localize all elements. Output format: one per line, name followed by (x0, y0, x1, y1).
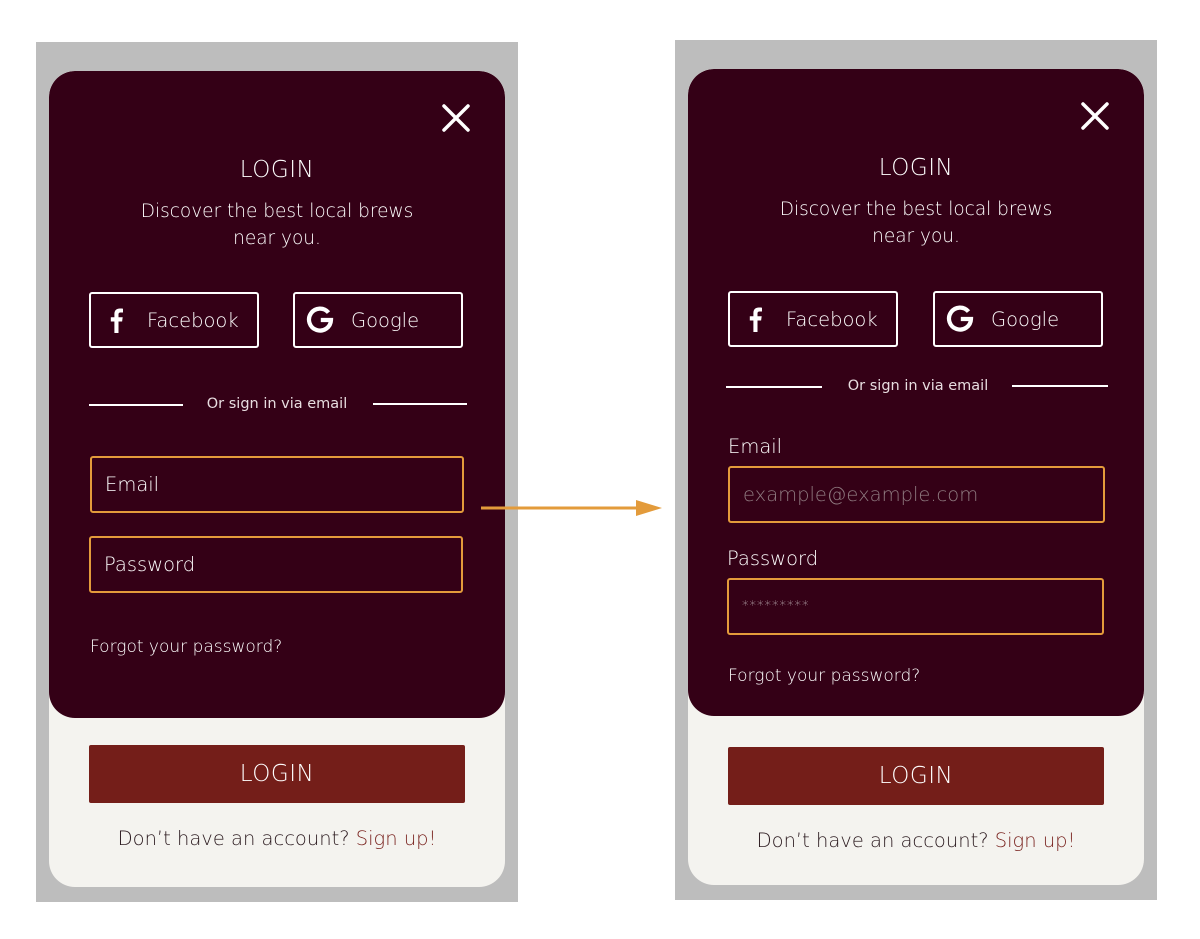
left-login-card: LOGIN Discover the best local brews near… (49, 71, 505, 718)
signup-link[interactable]: Sign up! (356, 827, 437, 850)
divider-line-left (726, 386, 822, 388)
password-input[interactable]: Password (89, 536, 463, 593)
google-label: Google (991, 307, 1060, 331)
left-screen: LOGIN Discover the best local brews near… (49, 71, 505, 887)
login-button[interactable]: LOGIN (89, 745, 465, 803)
signup-prompt: Don’t have an account? Sign up! (688, 829, 1144, 852)
google-icon (305, 305, 335, 335)
google-icon (945, 304, 975, 334)
page-title: LOGIN (239, 157, 315, 183)
right-login-card: LOGIN Discover the best local brews near… (688, 69, 1144, 716)
email-input[interactable]: Email (90, 456, 464, 513)
divider-line-right (373, 403, 467, 405)
divider-text: Or sign in via email (847, 378, 989, 394)
forgot-password-link[interactable]: Forgot your password? (728, 666, 920, 686)
signup-prompt-text: Don’t have an account? (756, 829, 989, 852)
page-title: LOGIN (878, 155, 954, 181)
facebook-icon (101, 305, 131, 335)
password-label: Password (727, 547, 819, 570)
signup-prompt: Don’t have an account? Sign up! (49, 827, 505, 850)
forgot-password-link[interactable]: Forgot your password? (90, 637, 282, 657)
login-button[interactable]: LOGIN (728, 747, 1104, 805)
left-phone-frame: LOGIN Discover the best local brews near… (36, 42, 518, 902)
right-phone-frame: LOGIN Discover the best local brews near… (675, 40, 1157, 900)
email-input[interactable]: example@example.com (728, 466, 1105, 523)
close-icon[interactable] (1080, 101, 1110, 131)
signup-prompt-text: Don’t have an account? (117, 827, 350, 850)
right-screen: LOGIN Discover the best local brews near… (688, 69, 1144, 885)
email-label: Email (728, 435, 783, 458)
arrow-right-icon (478, 496, 668, 524)
page-subtitle: Discover the best local brews near you. (140, 201, 414, 249)
password-input[interactable]: ********* (727, 578, 1104, 635)
google-label: Google (351, 308, 420, 332)
close-icon[interactable] (441, 103, 471, 133)
divider-text: Or sign in via email (206, 396, 348, 412)
divider-line-right (1012, 385, 1108, 387)
divider-line-left (89, 404, 183, 406)
facebook-label: Facebook (786, 307, 878, 331)
google-login-button[interactable]: Google (933, 291, 1103, 347)
page-subtitle: Discover the best local brews near you. (779, 199, 1053, 247)
google-login-button[interactable]: Google (293, 292, 463, 348)
signup-link[interactable]: Sign up! (995, 829, 1076, 852)
facebook-login-button[interactable]: Facebook (89, 292, 259, 348)
facebook-label: Facebook (147, 308, 239, 332)
facebook-icon (740, 304, 770, 334)
facebook-login-button[interactable]: Facebook (728, 291, 898, 347)
